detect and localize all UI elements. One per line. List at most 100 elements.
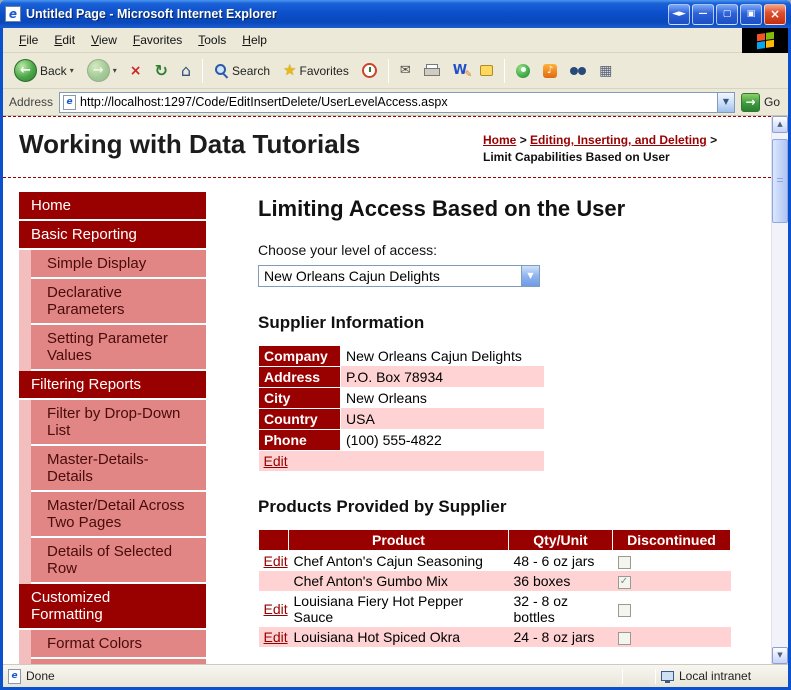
discontinued-checkbox[interactable]: ✓ [617,575,631,589]
sidebar-item-format-colors[interactable]: Format Colors [31,629,206,659]
menu-view[interactable]: View [83,29,125,51]
refresh-button[interactable]: ↻ [149,60,172,82]
nav-arrows-button[interactable]: ◄► [668,3,690,25]
restore-button[interactable]: ▣ [740,3,762,25]
supplier-field-label: City [258,386,341,409]
tiles-button[interactable]: ▦ [594,61,617,81]
product-edit-link[interactable]: Edit [264,553,288,569]
supplier-field-value: New Orleans Cajun Delights [346,347,522,364]
discontinued-checkbox[interactable] [617,631,631,645]
messenger-icon [516,63,531,78]
media-button[interactable]: ♪ [538,61,562,81]
home-button[interactable]: ⌂ [176,60,196,82]
sidebar-item-master-detail-across-two-pages[interactable]: Master/Detail Across Two Pages [31,491,206,538]
home-icon: ⌂ [180,60,192,80]
table-row: Edit Chef Anton's Cajun Seasoning 48 - 6… [259,550,731,571]
product-cell: Louisiana Fiery Hot Pepper Sauce [293,592,464,625]
product-edit-link[interactable]: Edit [264,629,288,645]
sidebar-item-master-details-details[interactable]: Master-Details-Details [31,445,206,492]
back-label: Back [40,63,67,78]
supplier-field-label: Company [258,344,341,367]
qty-column-header: Qty/Unit [508,528,613,551]
discontinued-checkbox[interactable] [617,603,631,617]
binoculars-icon [570,66,587,76]
sidebar-item-customized-formatting[interactable]: Customized Formatting [19,583,206,630]
scrollbar-track[interactable] [772,133,788,647]
breadcrumb-section-link[interactable]: Editing, Inserting, and Deleting [530,133,707,147]
mail-icon: ✉ [399,63,411,78]
address-dropdown-button[interactable]: ▼ [716,92,734,112]
access-level-dropdown[interactable]: New Orleans Cajun Delights ▼ [258,264,540,287]
breadcrumb-home-link[interactable]: Home [483,133,516,147]
vertical-scrollbar[interactable]: ▲ ▼ [771,116,788,664]
messenger-button[interactable] [511,61,535,81]
windows-flag-icon [756,31,774,49]
menu-file[interactable]: File [11,29,46,51]
product-cell: Chef Anton's Gumbo Mix [293,572,448,589]
maximize-button[interactable]: ▢ [716,3,738,25]
table-header-row: Product Qty/Unit Discontinued [258,528,731,551]
table-row: Edit Louisiana Fiery Hot Pepper Sauce 32… [259,591,731,627]
sidebar-item-filtering-reports[interactable]: Filtering Reports [19,370,206,400]
music-note-icon: ♪ [543,63,558,78]
address-box[interactable]: e ▼ [59,91,735,113]
scrollbar-thumb[interactable] [772,139,788,223]
history-button[interactable] [357,60,382,81]
table-row: City New Orleans [258,386,545,409]
title-bar[interactable]: e Untitled Page - Microsoft Internet Exp… [0,0,791,28]
minimize-button[interactable]: — [692,3,714,25]
address-input[interactable] [80,93,713,111]
window-title: Untitled Page - Microsoft Internet Explo… [26,7,277,21]
discontinued-cell [613,627,731,647]
supplier-field-label: Country [258,407,341,430]
sidebar-item-details-of-selected-row[interactable]: Details of Selected Row [31,537,206,584]
sidebar-item-filter-by-dropdown-list[interactable]: Filter by Drop-Down List [31,399,206,446]
search-button[interactable]: Search [209,60,275,81]
product-edit-link[interactable]: Edit [264,601,288,617]
status-text: Done [26,669,55,683]
sidebar-nav: Home Basic Reporting Simple Display Decl… [19,191,206,664]
close-button[interactable]: × [764,3,786,25]
go-arrow-icon: → [740,92,760,112]
go-button[interactable]: → Go [740,92,782,112]
page-header: Working with Data Tutorials Home > Editi… [3,117,771,178]
favorites-button[interactable]: ★ Favorites [278,60,354,81]
supplier-edit-link[interactable]: Edit [264,453,288,469]
supplier-edit-cell: Edit [259,450,545,471]
mail-button[interactable]: ✉ [395,61,416,80]
menu-help[interactable]: Help [234,29,275,51]
menu-tools[interactable]: Tools [190,29,234,51]
sidebar-item-simple-display[interactable]: Simple Display [31,249,206,279]
sidebar-item-basic-reporting[interactable]: Basic Reporting [19,220,206,250]
discuss-button[interactable] [475,62,498,79]
sidebar-item-setting-parameter-values[interactable]: Setting Parameter Values [31,324,206,371]
scroll-up-button[interactable]: ▲ [772,116,788,133]
sidebar-item-declarative-parameters[interactable]: Declarative Parameters [31,278,206,325]
forward-button[interactable]: → ▾ [82,56,122,85]
supplier-field-value: (100) 555-4822 [346,431,442,448]
toolbar-separator [504,58,506,83]
scroll-down-button[interactable]: ▼ [772,647,788,664]
breadcrumb-current: Limit Capabilities Based on User [483,150,670,165]
discontinued-checkbox[interactable] [617,555,631,569]
print-button[interactable] [419,61,445,81]
address-label: Address [9,95,54,109]
page-title: Limiting Access Based on the User [258,195,626,221]
sidebar-item-home[interactable]: Home [19,191,206,221]
menu-favorites[interactable]: Favorites [125,29,190,51]
standard-toolbar: ← Back ▾ → ▾ × ↻ ⌂ Search ★ Favorites ✉ … [3,53,788,89]
breadcrumb-separator: > [710,133,718,147]
back-button[interactable]: ← Back ▾ [9,56,79,85]
dropdown-arrow-button[interactable]: ▼ [521,265,539,286]
ie-app-icon: e [5,6,21,22]
edit-with-word-button[interactable]: W [448,61,473,80]
product-cell: Louisiana Hot Spiced Okra [293,628,461,645]
access-level-label: Choose your level of access: [258,241,437,258]
page-icon: e [63,94,77,110]
status-separator [655,668,656,684]
stop-button[interactable]: × [125,61,147,81]
menu-edit[interactable]: Edit [46,29,83,51]
discontinued-cell: ✓ [613,571,731,591]
research-button[interactable] [565,63,591,79]
discontinued-column-header: Discontinued [612,528,731,551]
